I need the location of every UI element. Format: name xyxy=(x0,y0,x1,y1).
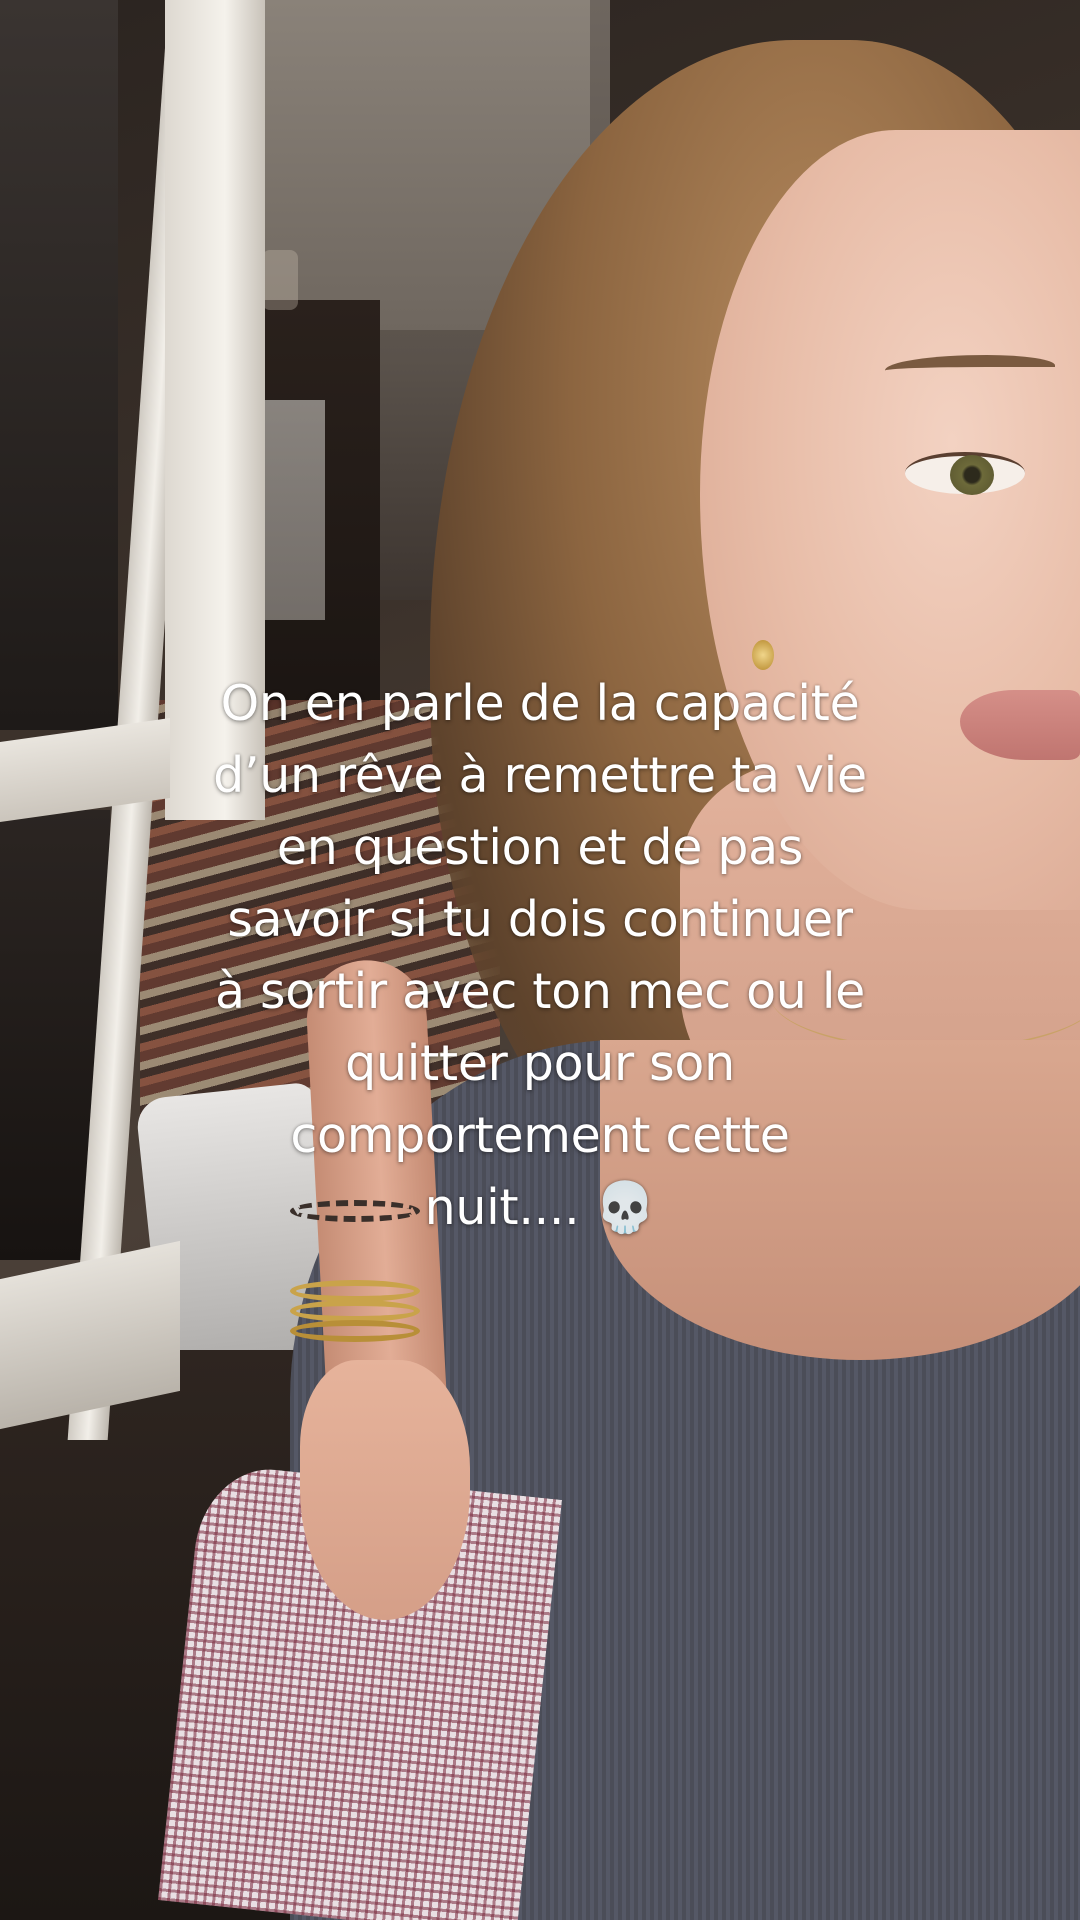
caption-line: à sortir avec ton mec ou le xyxy=(215,963,865,1020)
caption-line: quitter pour son xyxy=(345,1035,735,1092)
hand xyxy=(300,1360,470,1620)
caption-line: comportement cette xyxy=(290,1107,790,1164)
caption-line: nuit.... 💀 xyxy=(424,1179,656,1236)
caption-line: savoir si tu dois continuer xyxy=(227,891,853,948)
caption-line: d’un rêve à remettre ta vie xyxy=(213,747,867,804)
caption-line: On en parle de la capacité xyxy=(220,675,860,732)
window-glass-top xyxy=(0,0,118,730)
gold-bangle xyxy=(290,1300,420,1322)
caption-overlay: On en parle de la capacité d’un rêve à r… xyxy=(130,668,950,1244)
window-frame-sill xyxy=(0,1240,180,1430)
gold-bangle xyxy=(290,1320,420,1342)
earring xyxy=(752,640,774,670)
caption-line: en question et de pas xyxy=(276,819,804,876)
gold-bangle xyxy=(290,1280,420,1302)
glass-jar xyxy=(262,250,298,310)
photo-scene: On en parle de la capacité d’un rêve à r… xyxy=(0,0,1080,1920)
iris xyxy=(950,455,994,495)
